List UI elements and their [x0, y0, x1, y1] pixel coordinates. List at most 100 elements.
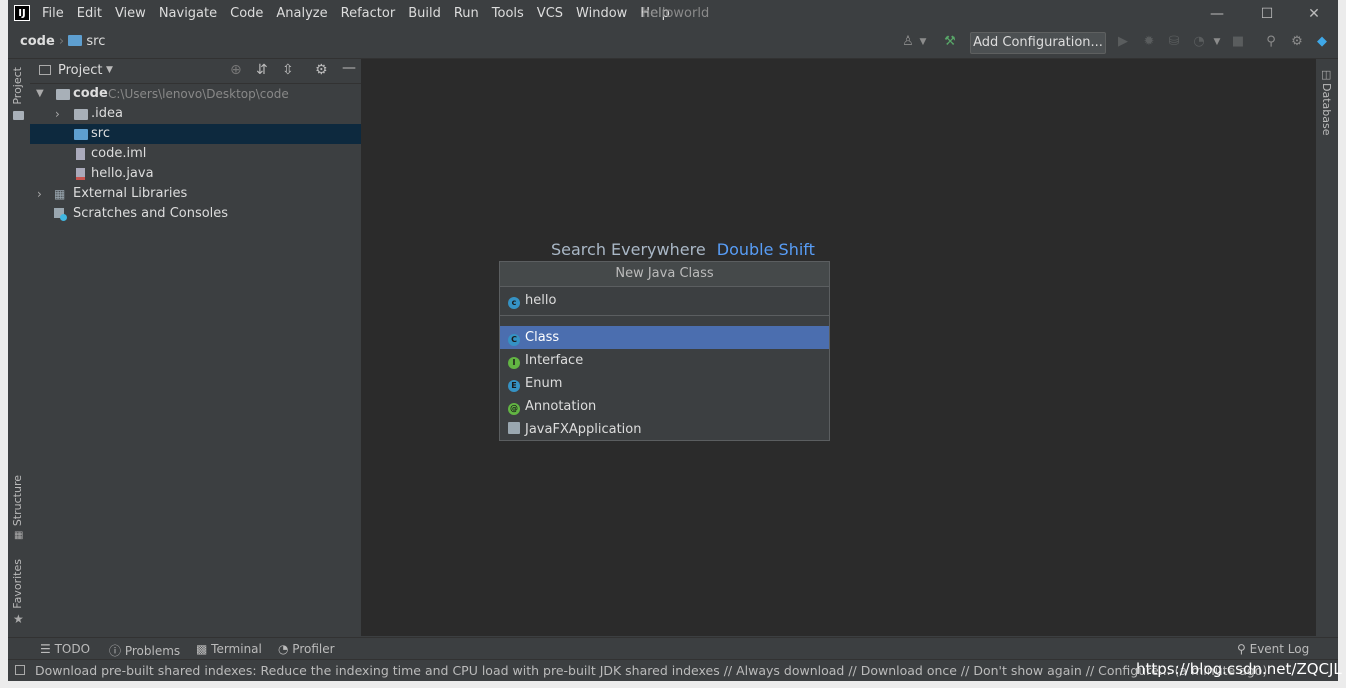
menu-navigate[interactable]: Navigate	[159, 6, 217, 21]
project-view-selector[interactable]: Project	[58, 63, 102, 78]
main-menu: File Edit View Navigate Code Analyze Ref…	[42, 6, 670, 21]
breadcrumb-child[interactable]: src	[86, 34, 105, 49]
java-file-icon	[76, 168, 85, 180]
debug-icon[interactable]: ✹	[1142, 35, 1156, 49]
folder-icon	[74, 109, 88, 120]
tab-database[interactable]: Database	[1320, 83, 1333, 136]
add-configuration-button[interactable]: Add Configuration...	[970, 32, 1106, 54]
navigation-bar: code › src ♙ ▼ ⚒ Add Configuration... ▶ …	[8, 28, 1338, 59]
tree-item-scratches[interactable]: Scratches and Consoles	[30, 204, 361, 224]
hide-icon[interactable]: —	[342, 60, 356, 76]
panel-icon	[39, 65, 51, 75]
project-panel-header: Project ▼ ⊕ ⇵ ⇳ ⚙ —	[30, 59, 361, 84]
breadcrumb-root[interactable]: code	[20, 34, 55, 49]
kind-option-interface[interactable]: I Interface	[500, 349, 829, 372]
build-hammer-icon[interactable]: ⚒	[943, 35, 957, 49]
tree-item-label: .idea	[91, 106, 123, 121]
breadcrumb: code › src	[20, 34, 105, 49]
menu-refactor[interactable]: Refactor	[341, 6, 396, 21]
chevron-right-icon[interactable]: ›	[37, 184, 42, 204]
tree-item-label: code	[73, 86, 108, 101]
menu-run[interactable]: Run	[454, 6, 479, 21]
kind-label: Interface	[525, 353, 584, 368]
menu-view[interactable]: View	[115, 6, 146, 21]
menu-analyze[interactable]: Analyze	[276, 6, 327, 21]
kind-option-enum[interactable]: E Enum	[500, 372, 829, 395]
toolbox-icon[interactable]: ◆	[1315, 35, 1329, 49]
search-icon[interactable]: ⚲	[1264, 35, 1278, 49]
tree-item-label: Scratches and Consoles	[73, 206, 229, 221]
source-folder-icon	[74, 129, 88, 140]
chevron-right-icon[interactable]: ›	[55, 104, 60, 124]
kind-option-javafx[interactable]: JavaFXApplication	[500, 418, 829, 441]
tab-profiler[interactable]: ◔ Profiler	[278, 642, 335, 656]
chevron-down-icon[interactable]: ▼	[916, 35, 930, 49]
menu-window[interactable]: Window	[576, 6, 627, 21]
tab-project[interactable]: Project	[11, 67, 24, 105]
left-tool-strip: Project Structure ▦ Favorites ★	[8, 59, 31, 636]
tree-item-code[interactable]: ▼ code C:\Users\lenovo\Desktop\code	[30, 84, 361, 104]
annotation-kind-icon: @	[508, 403, 520, 415]
close-icon[interactable]: ✕	[1291, 4, 1337, 24]
tree-item-label: code.iml	[91, 146, 147, 161]
structure-icon: ▦	[14, 530, 24, 541]
locate-icon[interactable]: ⊕	[230, 62, 242, 78]
menu-edit[interactable]: Edit	[77, 6, 102, 21]
kind-option-annotation[interactable]: @ Annotation	[500, 395, 829, 418]
maximize-icon[interactable]: ☐	[1244, 4, 1290, 24]
tab-todo[interactable]: ☰ TODO	[40, 642, 90, 656]
tab-label: Event Log	[1249, 642, 1310, 656]
gear-icon[interactable]: ⚙	[315, 62, 328, 78]
minimize-icon[interactable]: —	[1194, 4, 1240, 24]
chevron-down-icon[interactable]: ▼	[106, 65, 113, 75]
toggle-tool-windows-icon[interactable]	[15, 665, 25, 675]
module-folder-icon	[56, 89, 70, 100]
tree-item-hello-java[interactable]: hello.java	[30, 164, 361, 184]
search-icon: ⚲	[1237, 642, 1250, 656]
collapse-all-icon[interactable]: ⇳	[282, 62, 294, 78]
menu-bar: IJ File Edit View Navigate Code Analyze …	[8, 0, 1338, 28]
user-icon[interactable]: ♙	[901, 35, 915, 49]
interface-kind-icon: I	[508, 357, 520, 369]
coverage-icon[interactable]: ⛁	[1167, 35, 1181, 49]
run-icon[interactable]: ▶	[1116, 35, 1130, 49]
kind-option-class[interactable]: C Class	[500, 326, 829, 349]
tab-favorites[interactable]: Favorites	[11, 559, 24, 609]
expand-all-icon[interactable]: ⇵	[256, 62, 268, 78]
right-tool-strip: ◫ Database	[1315, 59, 1338, 636]
menu-build[interactable]: Build	[408, 6, 441, 21]
folder-icon	[68, 35, 83, 46]
class-name-input[interactable]: c hello	[500, 287, 829, 316]
ide-window: IJ File Edit View Navigate Code Analyze …	[8, 0, 1338, 681]
library-icon: ▦	[54, 187, 66, 201]
tab-problems[interactable]: ⓘ Problems	[109, 642, 180, 659]
tree-item-code-iml[interactable]: code.iml	[30, 144, 361, 164]
tree-item-label: hello.java	[91, 166, 154, 181]
tab-label: Terminal	[211, 642, 262, 656]
tab-terminal[interactable]: ▩ Terminal	[196, 642, 262, 656]
status-message[interactable]: Download pre-built shared indexes: Reduc…	[35, 663, 1267, 678]
stop-icon[interactable]: ■	[1231, 35, 1245, 49]
menu-vcs[interactable]: VCS	[537, 6, 563, 21]
chevron-down-icon[interactable]: ▼	[1210, 35, 1224, 49]
dialog-title: New Java Class	[500, 262, 829, 287]
profile-icon[interactable]: ◔	[1192, 35, 1206, 49]
javafx-kind-icon	[508, 422, 520, 434]
menu-file[interactable]: File	[42, 6, 64, 21]
chevron-right-icon: ›	[58, 34, 69, 49]
empty-editor-hint: Search Everywhere Double Shift	[551, 240, 815, 259]
new-java-class-dialog: New Java Class c hello C Class I Interface …	[499, 261, 830, 441]
tree-item-external-libraries[interactable]: › ▦ External Libraries	[30, 184, 361, 204]
class-kind-icon: C	[508, 334, 520, 346]
menu-code[interactable]: Code	[230, 6, 263, 21]
event-log-tab[interactable]: ⚲ Event Log	[1237, 642, 1309, 656]
scratches-badge	[60, 214, 67, 221]
tree-item-idea[interactable]: › .idea	[30, 104, 361, 124]
kind-label: JavaFXApplication	[525, 422, 642, 437]
gear-icon[interactable]: ⚙	[1290, 35, 1304, 49]
tree-item-path: C:\Users\lenovo\Desktop\code	[108, 87, 289, 101]
tab-structure[interactable]: Structure	[11, 475, 24, 526]
chevron-down-icon[interactable]: ▼	[36, 84, 44, 104]
tree-item-src[interactable]: src	[30, 124, 361, 144]
menu-tools[interactable]: Tools	[492, 6, 524, 21]
